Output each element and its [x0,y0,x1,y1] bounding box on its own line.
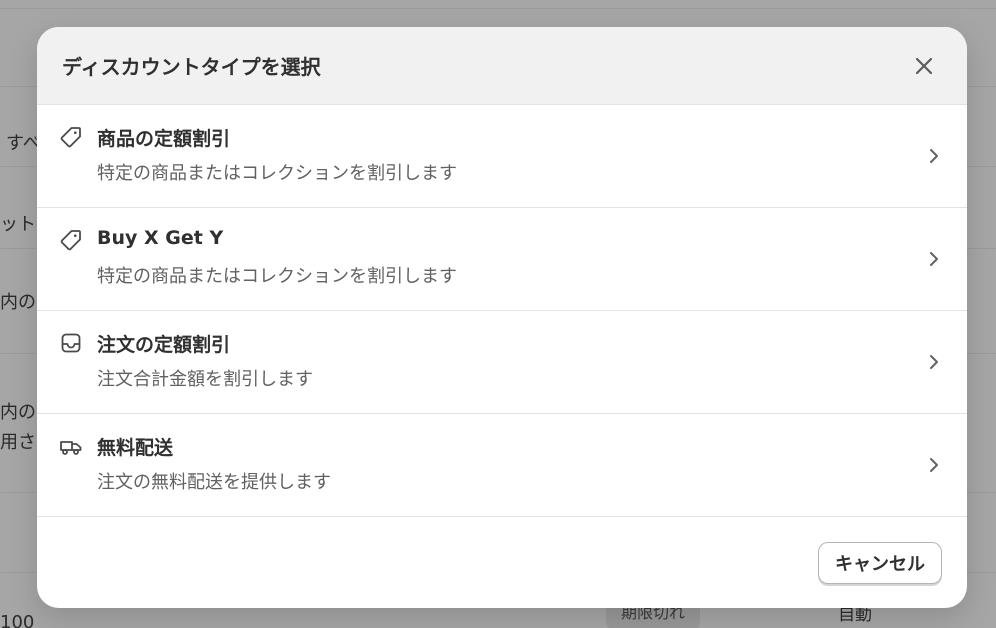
tag-icon [60,127,81,148]
inbox-icon [61,333,81,353]
discount-type-modal: ディスカウントタイプを選択 商品の定額割引 特定の商品またはコレクションを割引し… [37,27,967,608]
modal-footer: キャンセル [37,517,967,607]
option-order-discount[interactable]: 注文の定額割引 注文合計金額を割引します [37,311,967,414]
divider [0,8,996,9]
option-description: 特定の商品またはコレクションを割引します [97,266,457,287]
background-text: 内の [0,292,36,313]
close-icon [915,57,933,74]
background-text: 内の [0,402,36,423]
chevron-right-icon [930,149,938,163]
option-title: 注文の定額割引 [97,334,231,356]
option-product-discount[interactable]: 商品の定額割引 特定の商品またはコレクションを割引します [37,105,967,208]
option-title: Buy X Get Y [97,227,224,249]
background-text: 用さ [0,432,36,453]
chevron-right-icon [930,458,938,472]
background-text: すべ [6,133,41,154]
truck-icon [60,441,82,455]
tag-icon [60,230,81,251]
modal-title: ディスカウントタイプを選択 [62,55,321,79]
option-description: 注文合計金額を割引します [97,369,313,390]
option-description: 注文の無料配送を提供します [97,472,331,493]
option-title: 無料配送 [97,437,174,459]
chevron-right-icon [930,252,938,266]
option-buy-x-get-y[interactable]: Buy X Get Y 特定の商品またはコレクションを割引します [37,208,967,311]
modal-header: ディスカウントタイプを選択 [37,27,967,105]
background-text: ット [0,214,36,235]
option-free-shipping[interactable]: 無料配送 注文の無料配送を提供します [37,414,967,517]
close-button[interactable] [907,49,941,83]
background-text: 100 [0,612,35,628]
option-description: 特定の商品またはコレクションを割引します [97,163,457,184]
option-title: 商品の定額割引 [97,128,231,150]
chevron-right-icon [930,355,938,369]
cancel-button[interactable]: キャンセル [818,542,942,584]
